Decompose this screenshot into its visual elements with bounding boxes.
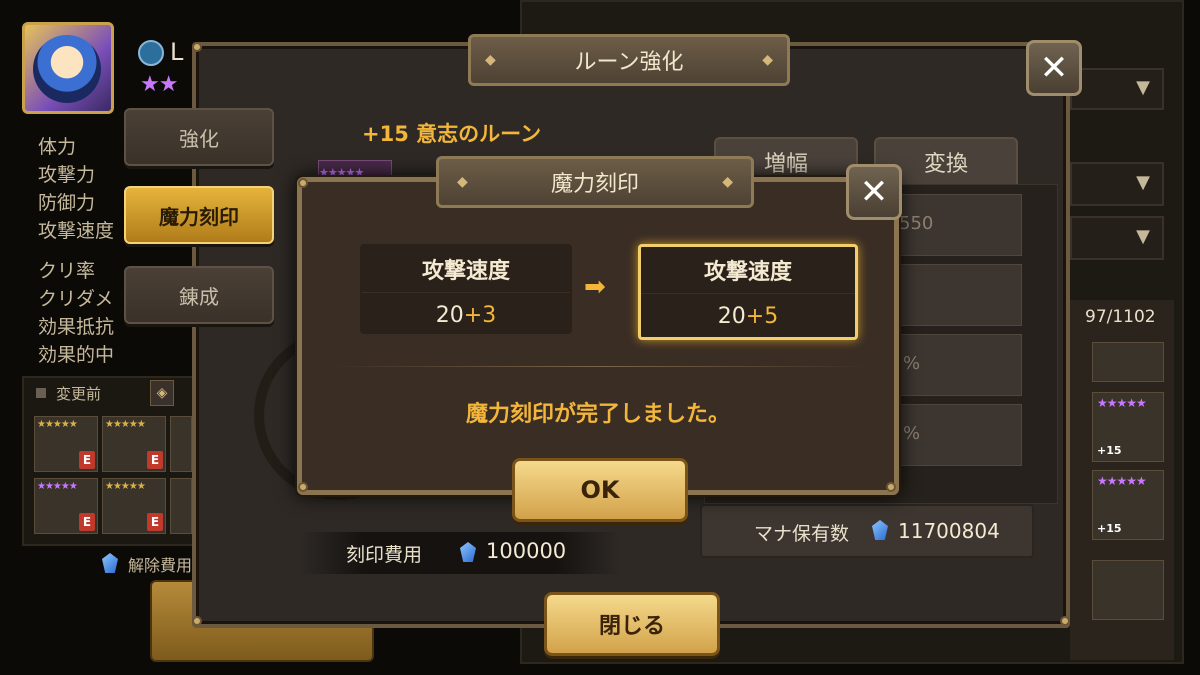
dialog-close-button[interactable]: ✕ [846, 164, 902, 220]
stat-before-base: 20 [435, 302, 464, 328]
option-dropdown-2[interactable]: ▼ [1070, 162, 1164, 206]
rune-stars: ★★★★★ [105, 481, 146, 492]
stat-after-box: 攻撃速度 20 +5 [638, 244, 858, 340]
option-percent: % [903, 353, 921, 374]
stat-crit-rate-label: クリ率 [38, 260, 96, 282]
enchant-dialog-title-text: 魔力刻印 [550, 172, 639, 197]
close-icon: ✕ [1039, 48, 1069, 88]
enhance-tab[interactable]: 強化 [124, 108, 274, 166]
stat-accuracy-label: 効果的中 [38, 344, 115, 366]
stat-def-label: 防御力 [38, 192, 96, 214]
inventory-rune-slot[interactable]: ★★★★★ +15 [1092, 470, 1164, 540]
ok-button[interactable]: OK [512, 458, 688, 522]
dialog-corner [886, 482, 896, 492]
rune-level-badge: +15 [1097, 522, 1122, 535]
chevron-down-icon: ▼ [1136, 226, 1150, 247]
mana-label: マナ保有数 [754, 523, 850, 545]
cost-value: 100000 [486, 539, 567, 563]
dialog-corner [298, 482, 308, 492]
grade-badge: E [79, 451, 95, 469]
rune-count: 97/1102 [1085, 307, 1156, 327]
panel-corner [192, 42, 202, 52]
stat-after-value: 20 +5 [641, 294, 855, 338]
dialog-divider [330, 366, 870, 367]
grade-badge: E [147, 451, 163, 469]
filter-icon[interactable]: ◈ [150, 380, 174, 406]
close-button[interactable]: 閉じる [544, 592, 720, 656]
stat-resist-label: 効果抵抗 [38, 316, 115, 338]
rune-stars: ★★★★★ [1097, 396, 1147, 410]
mana-value: 11700804 [898, 519, 1000, 543]
arrow-right-icon: ➡ [584, 272, 606, 302]
before-checkbox[interactable] [36, 388, 46, 398]
dialog-corner [298, 178, 308, 188]
main-close-button[interactable]: ✕ [1026, 40, 1082, 96]
option-percent: % [903, 423, 921, 444]
rune-slot[interactable] [170, 478, 192, 534]
panel-corner [1060, 616, 1070, 626]
chevron-down-icon: ▼ [1136, 172, 1150, 193]
stat-crit-dmg-label: クリダメ [38, 288, 114, 310]
option-value: 550 [899, 213, 934, 234]
panel-corner [192, 616, 202, 626]
diamond-ornament-icon: ◆ [722, 174, 733, 190]
stat-spd-label: 攻撃速度 [38, 220, 115, 242]
enchant-tab[interactable]: 魔力刻印 [124, 186, 274, 244]
inventory-rune-slot[interactable]: ★★★★★ +15 [1092, 392, 1164, 462]
diamond-ornament-icon: ◆ [485, 52, 496, 68]
rune-name: +15 意志のルーン [362, 122, 542, 146]
stat-after-name: 攻撃速度 [641, 247, 855, 294]
stat-before-bonus: +3 [463, 302, 497, 328]
rune-slot[interactable]: ★★★★★ E [34, 478, 98, 534]
diamond-ornament-icon: ◆ [762, 52, 773, 68]
chevron-down-icon: ▼ [1136, 77, 1150, 98]
cost-label: 刻印費用 [346, 544, 423, 566]
grind-tab[interactable]: 錬成 [124, 266, 274, 324]
rune-enhance-title: ◆ ルーン強化 ◆ [468, 34, 790, 86]
rune-slot[interactable]: ★★★★★ E [102, 416, 166, 472]
before-label: 変更前 [56, 385, 102, 403]
stat-before-box: 攻撃速度 20 +3 [360, 244, 572, 334]
rune-stars: ★★★★★ [1097, 474, 1147, 488]
rune-slot[interactable] [170, 416, 192, 472]
element-icon [138, 40, 164, 66]
rune-slot[interactable]: ★★★★★ E [102, 478, 166, 534]
rune-level-badge: +15 [1097, 444, 1122, 457]
rune-stars: ★★★★★ [105, 419, 146, 430]
release-cost-label: 解除費用 [128, 556, 192, 575]
stat-after-bonus: +5 [745, 303, 779, 329]
crystal-icon [102, 553, 118, 573]
close-icon: ✕ [859, 172, 889, 212]
stat-after-base: 20 [717, 303, 746, 329]
stat-before-value: 20 +3 [362, 293, 570, 337]
rune-stars: ★★★★★ [37, 481, 78, 492]
diamond-ornament-icon: ◆ [457, 174, 468, 190]
rune-stars: ★★★★★ [37, 419, 78, 430]
stat-atk-label: 攻撃力 [38, 164, 96, 186]
inventory-rune-slot[interactable] [1092, 560, 1164, 620]
hero-portrait [33, 35, 101, 103]
enchant-complete-message: 魔力刻印が完了しました。 [465, 402, 730, 427]
grade-badge: E [147, 513, 163, 531]
grade-badge: E [79, 513, 95, 531]
option-dropdown-3[interactable]: ▼ [1070, 216, 1164, 260]
inventory-rune-slot[interactable] [1092, 342, 1164, 382]
enchant-dialog-title: ◆ 魔力刻印 ◆ [436, 156, 754, 208]
hero-avatar[interactable] [22, 22, 114, 114]
stat-hp-label: 体力 [38, 136, 77, 158]
hero-stars: ★★ [140, 72, 178, 97]
stat-before-name: 攻撃速度 [362, 246, 570, 293]
hero-name: L [170, 38, 184, 66]
rune-enhance-title-text: ルーン強化 [574, 50, 684, 75]
option-dropdown-1[interactable]: ▼ [1070, 68, 1164, 110]
rune-slot[interactable]: ★★★★★ E [34, 416, 98, 472]
